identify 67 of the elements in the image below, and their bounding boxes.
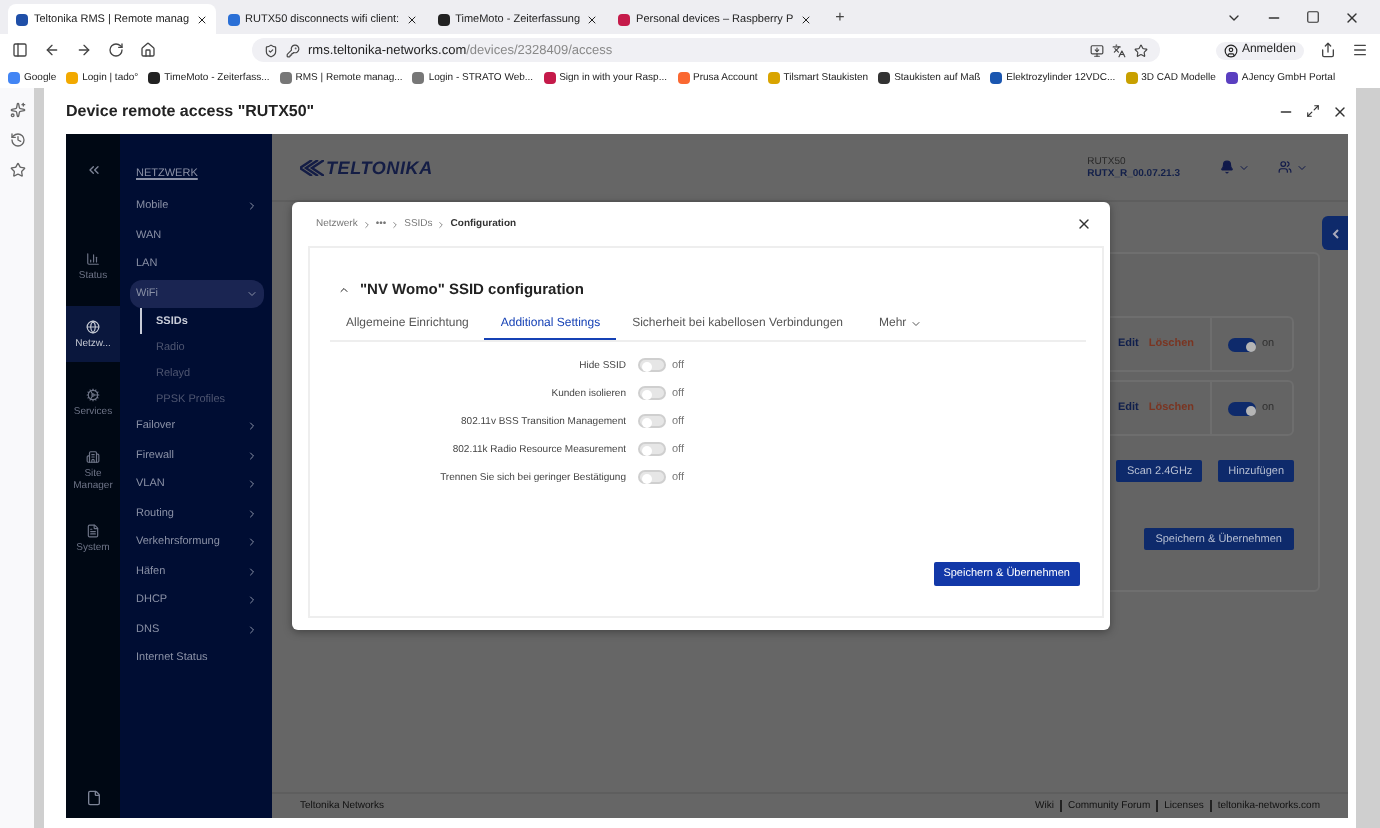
scrollbar[interactable] <box>1356 88 1380 828</box>
chevron-right-icon <box>246 507 258 520</box>
close-icon[interactable] <box>405 13 418 25</box>
home-icon[interactable] <box>140 42 156 58</box>
chevron-right-icon <box>246 565 258 578</box>
side-panel-tab[interactable] <box>1322 216 1348 250</box>
chevron-right-icon <box>390 219 401 229</box>
new-tab-button[interactable]: + <box>823 8 857 26</box>
globe-icon <box>86 319 100 333</box>
sparkle-icon[interactable] <box>9 102 25 118</box>
chevron-down-icon <box>1296 161 1308 173</box>
toggle-switch[interactable] <box>638 414 666 428</box>
toggle-switch[interactable] <box>638 442 666 456</box>
document-icon <box>86 523 100 537</box>
chevron-down-icon <box>246 287 258 300</box>
logo-mark-icon <box>300 159 324 175</box>
bell-icon <box>1220 160 1234 174</box>
toggle-switch[interactable] <box>638 358 666 372</box>
reload-icon[interactable] <box>108 42 124 58</box>
chevron-right-icon <box>436 219 447 229</box>
history-icon[interactable] <box>9 132 25 148</box>
chevron-right-icon <box>361 219 372 229</box>
user-menu-button[interactable] <box>1278 160 1308 174</box>
logo-text: TELTONIKA <box>326 157 433 177</box>
chevron-right-icon <box>246 594 258 607</box>
collapse-icon[interactable] <box>85 162 101 178</box>
sidebar-icon[interactable] <box>12 42 28 58</box>
panel-title: Device remote access "RUTX50" <box>66 102 315 120</box>
chevron-right-icon <box>246 449 258 462</box>
toggle-switch[interactable] <box>638 470 666 484</box>
chevron-right-icon <box>246 536 258 549</box>
gear-icon <box>86 387 100 401</box>
chevron-down-icon <box>910 318 923 330</box>
menu-icon[interactable] <box>1352 42 1368 58</box>
chevron-right-icon <box>246 478 258 491</box>
forward-icon[interactable] <box>76 42 92 58</box>
chevron-down-icon <box>1238 161 1250 173</box>
chevron-right-icon <box>246 420 258 433</box>
expand-icon[interactable] <box>1306 103 1320 117</box>
star-icon[interactable] <box>9 162 25 178</box>
document-icon[interactable] <box>85 790 101 806</box>
star-icon[interactable] <box>1133 43 1148 57</box>
key-icon[interactable] <box>286 43 300 57</box>
maximize-icon[interactable] <box>1306 9 1320 23</box>
close-icon[interactable] <box>1344 9 1360 25</box>
collapse-icon[interactable] <box>338 283 350 295</box>
toggle-switch[interactable] <box>1228 401 1256 415</box>
bar-chart-icon <box>86 251 100 265</box>
users-icon <box>1278 160 1292 174</box>
shield-icon[interactable] <box>264 43 278 57</box>
notifications-button[interactable] <box>1220 160 1250 174</box>
close-icon[interactable] <box>1332 103 1348 119</box>
toggle-switch[interactable] <box>638 386 666 400</box>
chevron-left-icon <box>1329 227 1341 239</box>
close-icon[interactable] <box>799 13 812 25</box>
close-icon[interactable] <box>586 13 599 25</box>
building-icon <box>86 449 100 463</box>
close-icon[interactable] <box>195 13 208 25</box>
toggle-switch[interactable] <box>1228 337 1256 351</box>
chevron-right-icon <box>246 200 258 213</box>
share-icon[interactable] <box>1320 42 1336 58</box>
monitor-icon[interactable] <box>1089 43 1104 57</box>
user-icon <box>1223 43 1238 57</box>
back-icon[interactable] <box>44 42 60 58</box>
close-icon[interactable] <box>1076 216 1092 232</box>
chevron-right-icon <box>246 623 258 636</box>
translate-icon[interactable] <box>1111 43 1126 57</box>
